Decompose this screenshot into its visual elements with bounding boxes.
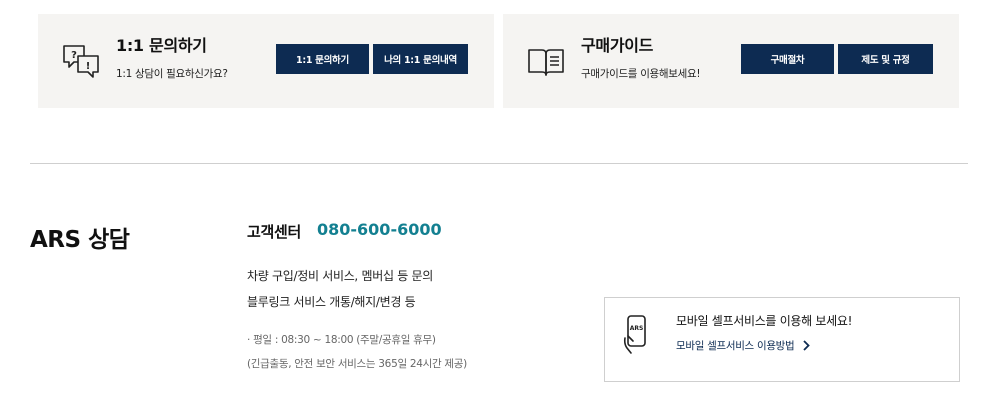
guide-card: 구매가이드 구매가이드를 이용해보세요! 구매절차 제도 및 규정 bbox=[503, 14, 959, 108]
svg-text:?: ? bbox=[71, 50, 77, 61]
business-hours: · 평일 : 08:30 ~ 18:00 (주말/공휴일 휴무) bbox=[247, 334, 436, 346]
guide-title: 구매가이드 bbox=[581, 36, 654, 55]
policy-rules-button[interactable]: 제도 및 규정 bbox=[838, 44, 933, 74]
book-icon bbox=[528, 49, 564, 76]
ars-description-line1: 차량 구입/정비 서비스, 멤버십 등 문의 bbox=[247, 269, 433, 283]
mobile-self-service-title: 모바일 셀프서비스를 이용해 보세요! bbox=[676, 314, 853, 328]
inquiry-title: 1:1 문의하기 bbox=[116, 36, 207, 55]
ars-description-line2: 블루링크 서비스 개통/해지/변경 등 bbox=[247, 295, 416, 309]
inquiry-card: ? ! 1:1 문의하기 1:1 상담이 필요하신가요? 1:1 문의하기 나의… bbox=[38, 14, 494, 108]
svg-text:!: ! bbox=[86, 61, 91, 72]
phone-hand-icon-text: ARS bbox=[630, 325, 644, 332]
mobile-self-service-link-label: 모바일 셀프서비스 이용방법 bbox=[676, 340, 795, 352]
purchase-process-button[interactable]: 구매절차 bbox=[741, 44, 834, 74]
ars-section-title: ARS 상담 bbox=[30, 227, 130, 253]
my-inquiry-history-button[interactable]: 나의 1:1 문의내역 bbox=[373, 44, 468, 74]
section-divider bbox=[30, 163, 968, 164]
customer-center-phone[interactable]: 080-600-6000 bbox=[317, 220, 442, 239]
phone-hand-icon: ARS bbox=[623, 315, 646, 354]
guide-subtitle: 구매가이드를 이용해보세요! bbox=[581, 68, 701, 80]
chat-bubbles-icon: ? ! bbox=[63, 45, 99, 78]
inquiry-button[interactable]: 1:1 문의하기 bbox=[276, 44, 369, 74]
mobile-self-service-link[interactable]: 모바일 셀프서비스 이용방법 bbox=[676, 338, 811, 353]
customer-center-label: 고객센터 bbox=[247, 223, 302, 241]
emergency-service-note: (긴급출동, 안전 보안 서비스는 365일 24시간 제공) bbox=[247, 358, 467, 370]
chevron-right-icon bbox=[803, 340, 811, 351]
inquiry-subtitle: 1:1 상담이 필요하신가요? bbox=[116, 68, 228, 80]
mobile-self-service-box: ARS 모바일 셀프서비스를 이용해 보세요! 모바일 셀프서비스 이용방법 bbox=[604, 297, 960, 382]
